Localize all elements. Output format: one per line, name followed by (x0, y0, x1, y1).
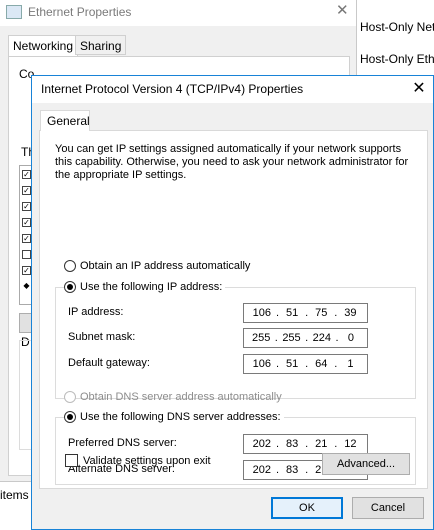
octet-separator: . (305, 332, 309, 344)
validate-settings-label: Validate settings upon exit (83, 454, 211, 467)
component-checkbox[interactable]: ✓ (22, 186, 31, 195)
ip-address-field[interactable]: 106. 51. 75. 39 (243, 303, 368, 323)
octet-separator: . (334, 307, 338, 319)
ip-octet: 12 (344, 438, 357, 450)
octet-separator: . (275, 464, 280, 476)
close-icon[interactable]: ✕ (406, 78, 432, 100)
obtain-dns-auto-radio[interactable] (64, 391, 76, 403)
ip-octet: 106 (252, 358, 271, 370)
ip-octet: 51 (285, 307, 299, 319)
ip-octet: 83 (285, 438, 299, 450)
validate-settings-checkbox[interactable] (65, 454, 78, 467)
ethernet-window-title: Ethernet Properties (28, 5, 132, 19)
component-checkbox[interactable]: ✓ (22, 266, 31, 275)
ip-octet: 51 (285, 358, 299, 370)
ip-octet: 202 (252, 438, 271, 450)
tab-networking[interactable]: Networking (8, 35, 79, 57)
ip-octet: 21 (315, 438, 328, 450)
subnet-mask-field[interactable]: 255. 255. 224. 0 (243, 328, 368, 348)
subnet-mask-label: Subnet mask: (68, 331, 136, 343)
octet-separator: . (305, 464, 309, 476)
ip-octet: 64 (315, 358, 328, 370)
intro-text: You can get IP settings assigned automat… (55, 143, 409, 181)
tab-sharing[interactable]: Sharing (75, 35, 127, 55)
ok-button[interactable]: OK (271, 497, 343, 519)
use-dns-servers-radio[interactable] (64, 411, 76, 423)
close-icon[interactable]: ✕ (336, 1, 349, 19)
general-panel: You can get IP settings assigned automat… (39, 130, 428, 489)
ip-octet: 0 (347, 332, 355, 344)
preferred-dns-field[interactable]: 202. 83. 21. 12 (243, 434, 368, 454)
octet-separator: . (274, 332, 278, 344)
network-item-host-only-2[interactable]: Host-Only Ethe (360, 52, 434, 66)
ip-octet: 106 (252, 307, 271, 319)
use-static-ip-option[interactable]: Use the following IP address: (64, 281, 226, 293)
default-gateway-field[interactable]: 106. 51. 64. 1 (243, 354, 368, 374)
octet-separator: . (334, 358, 338, 370)
ip-octet: 202 (252, 464, 271, 476)
octet-separator: . (305, 358, 309, 370)
component-checkbox[interactable]: ✓ (22, 218, 31, 227)
advanced-button[interactable]: Advanced... (322, 453, 410, 475)
validate-settings-option[interactable]: Validate settings upon exit (65, 454, 211, 467)
use-static-ip-radio[interactable] (64, 281, 76, 293)
ip-octet: 75 (315, 307, 328, 319)
dialog-titlebar: Internet Protocol Version 4 (TCP/IPv4) P… (32, 76, 433, 103)
dialog-title: Internet Protocol Version 4 (TCP/IPv4) P… (41, 82, 304, 96)
ip-octet: 224 (312, 332, 331, 344)
ip-octet: 39 (344, 307, 357, 319)
component-checkbox[interactable] (22, 250, 31, 259)
network-adapter-icon (6, 5, 22, 19)
tab-general[interactable]: General (40, 110, 90, 131)
use-dns-servers-option[interactable]: Use the following DNS server addresses: (64, 411, 284, 423)
obtain-ip-auto-option[interactable]: Obtain an IP address automatically (64, 260, 250, 272)
octet-separator: . (275, 438, 280, 450)
octet-separator: . (305, 438, 309, 450)
octet-separator: . (275, 358, 280, 370)
component-checkbox[interactable]: ✓ (22, 202, 31, 211)
component-icon: ◆ (23, 281, 30, 290)
network-item-host-only-1[interactable]: Host-Only Net (360, 20, 434, 34)
cancel-button[interactable]: Cancel (352, 497, 424, 519)
obtain-ip-auto-label: Obtain an IP address automatically (80, 260, 251, 272)
items-count-text: items (0, 488, 29, 502)
octet-separator: . (305, 307, 309, 319)
octet-separator: . (334, 438, 338, 450)
ip-octet: 255 (251, 332, 271, 344)
component-checkbox[interactable]: ✓ (22, 234, 31, 243)
obtain-dns-auto-option[interactable]: Obtain DNS server address automatically (64, 391, 282, 403)
ip-octet: 255 (282, 332, 301, 344)
obtain-dns-auto-label: Obtain DNS server address automatically (80, 391, 282, 403)
component-checkbox[interactable]: ✓ (22, 170, 31, 179)
octet-separator: . (335, 332, 339, 344)
octet-separator: . (275, 307, 280, 319)
preferred-dns-label: Preferred DNS server: (68, 437, 177, 449)
default-gateway-label: Default gateway: (68, 357, 150, 369)
use-dns-servers-label: Use the following DNS server addresses: (80, 411, 281, 423)
use-static-ip-label: Use the following IP address: (80, 281, 223, 293)
ip-address-label: IP address: (68, 306, 124, 318)
ip-octet: 83 (285, 464, 299, 476)
ethernet-titlebar: Ethernet Properties ✕ (0, 0, 356, 26)
obtain-ip-auto-radio[interactable] (64, 260, 76, 272)
ipv4-properties-dialog: Internet Protocol Version 4 (TCP/IPv4) P… (31, 75, 434, 530)
ip-octet: 1 (347, 358, 354, 370)
